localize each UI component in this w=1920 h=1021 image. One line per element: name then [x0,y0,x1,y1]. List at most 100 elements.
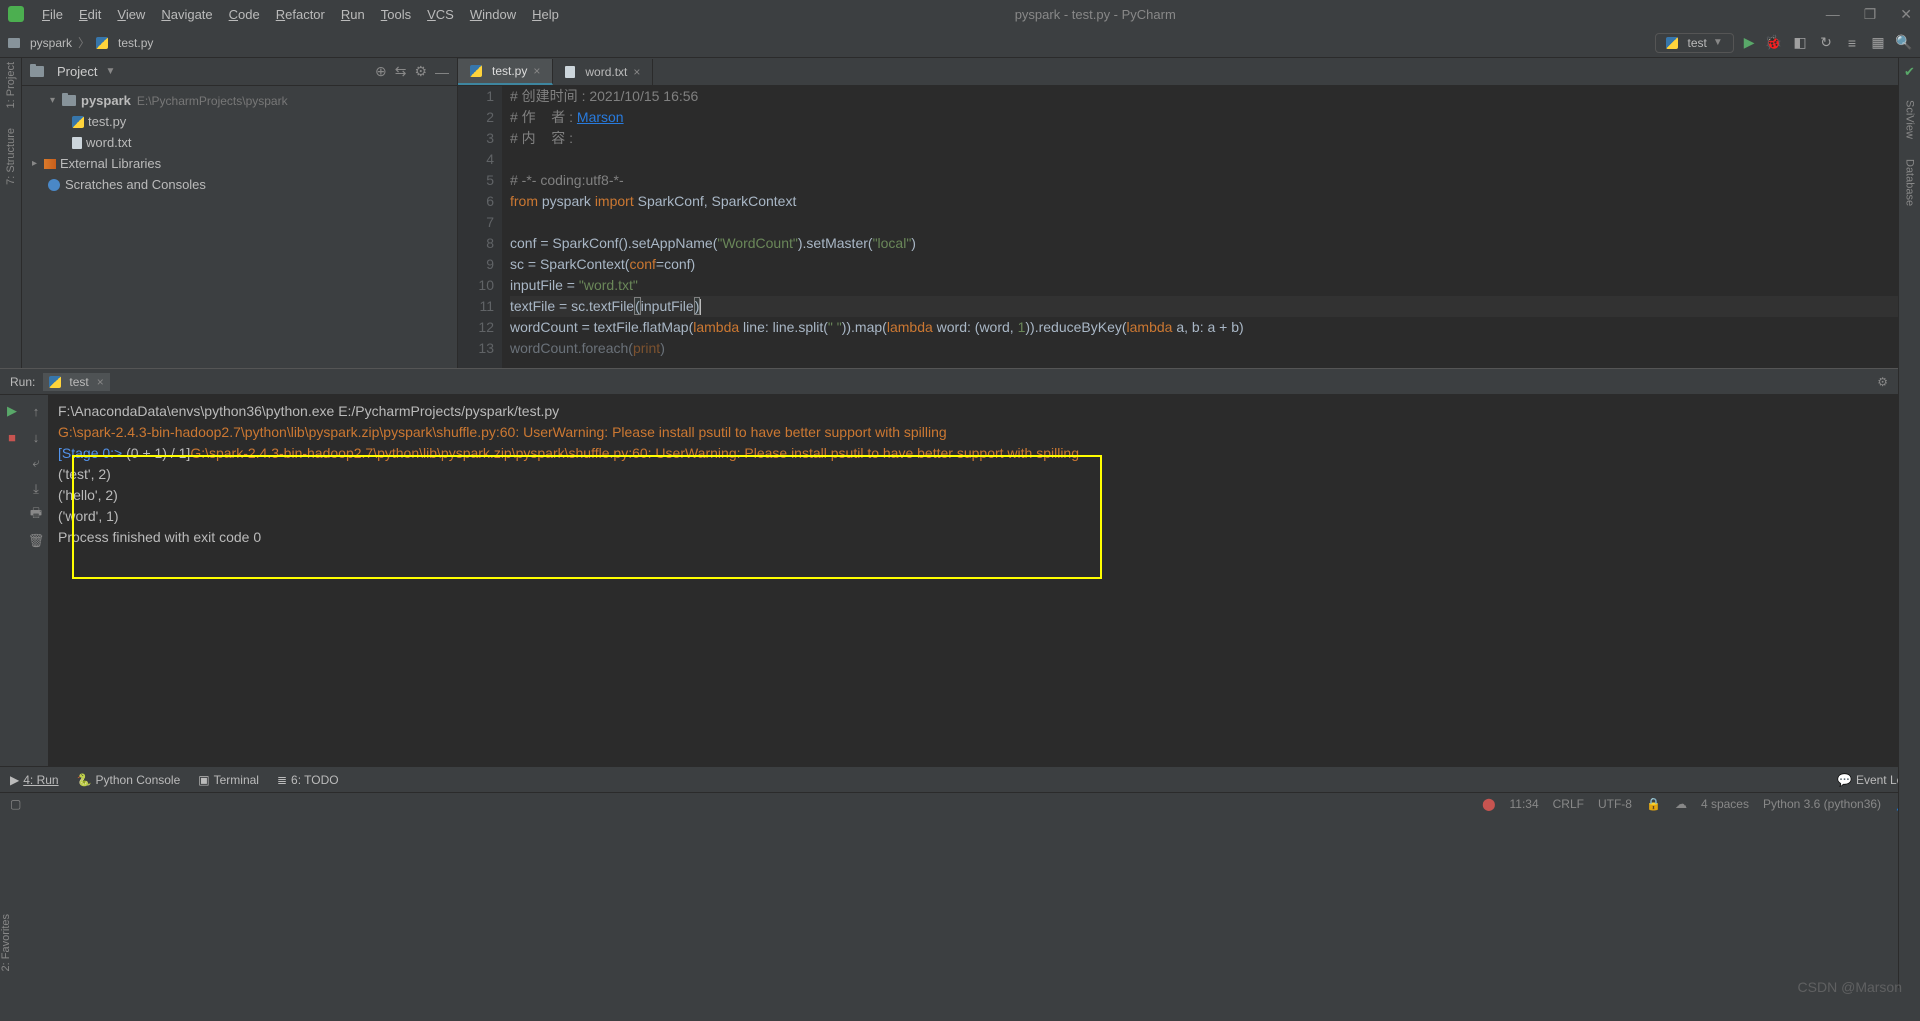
python-icon [96,37,108,49]
search-everywhere-button[interactable]: 🔍 [1896,35,1912,51]
watermark: CSDN @Marson [1798,979,1902,995]
breadcrumb-root[interactable]: pyspark [30,36,72,50]
console-output[interactable]: F:\AnacondaData\envs\python36\python.exe… [48,395,1920,766]
readonly-icon[interactable]: 🔒 [1646,797,1661,811]
tree-external-libs[interactable]: ▸ External Libraries [22,153,457,174]
close-icon[interactable]: × [533,64,540,78]
editor-tab-test-py[interactable]: test.py × [458,59,553,85]
menu-code[interactable]: Code [223,5,266,24]
python-sdk[interactable]: Python 3.6 (python36) [1763,797,1881,811]
tab-todo[interactable]: ≣ 6: TODO [277,773,339,787]
tree-file-testpy[interactable]: test.py [22,111,457,132]
text-icon [72,137,82,149]
memory-icon[interactable]: ☁ [1675,797,1687,811]
encoding[interactable]: UTF-8 [1598,797,1632,811]
profile-button[interactable]: ↻ [1818,35,1834,51]
caret-position[interactable]: 11:34 [1510,797,1539,811]
run-button[interactable]: ▶ [1744,34,1755,51]
collapse-button[interactable]: ⇆ [395,63,407,80]
tab-python-console[interactable]: 🐍 Python Console [77,773,181,787]
rerun-button[interactable]: ▶ [2,401,22,421]
run-config-dropdown[interactable]: test ▼ [1655,33,1734,53]
print-button[interactable]: 🖶 [26,505,46,525]
status-icon[interactable]: ▢ [10,797,21,811]
tab-terminal[interactable]: ▣ Terminal [198,773,259,787]
expand-icon[interactable]: ▸ [32,158,44,169]
maximize-button[interactable]: ❐ [1864,6,1877,23]
down-button[interactable]: ↓ [26,427,46,447]
coverage-button[interactable]: ◧ [1792,35,1808,51]
run-tab-name: test [69,375,88,389]
tab-label: test.py [492,64,527,78]
chevron-down-icon[interactable]: ▼ [105,66,115,77]
text-icon [565,66,575,78]
line-separator[interactable]: CRLF [1553,797,1584,811]
up-button[interactable]: ↑ [26,401,46,421]
tab-label: word.txt [585,65,627,79]
debug-button[interactable]: 🐞 [1765,34,1782,51]
tree-root-path: E:\PycharmProjects\pyspark [137,94,288,108]
titlebar: FileEditViewNavigateCodeRefactorRunTools… [0,0,1920,28]
tab-run[interactable]: ▶ 4: Run [10,773,59,787]
menu-refactor[interactable]: Refactor [270,5,331,24]
rail-sciview[interactable]: SciView [1904,100,1916,139]
tree-file-wordtxt[interactable]: word.txt [22,132,457,153]
project-panel-title: Project [57,64,97,79]
attach-button[interactable]: ▦ [1870,35,1886,51]
library-icon [44,159,56,169]
tree-scratches[interactable]: Scratches and Consoles [22,174,457,195]
chevron-down-icon: ▼ [1713,37,1723,48]
error-icon[interactable]: ⬤ [1482,797,1495,811]
run-tab[interactable]: test × [43,373,109,391]
editor-tab-word-txt[interactable]: word.txt × [553,59,653,85]
soft-wrap-button[interactable]: ⤶ [26,453,46,473]
breadcrumb: pyspark 〉 test.py [8,34,153,51]
rail-favorites[interactable]: 2: Favorites [0,914,12,971]
toolbar: pyspark 〉 test.py test ▼ ▶ 🐞 ◧ ↻ ≡ ▦ 🔍 [0,28,1920,58]
rail-project[interactable]: 1: Project [5,62,17,108]
minimize-button[interactable]: — [1826,6,1840,23]
menu-view[interactable]: View [111,5,151,24]
breadcrumb-file[interactable]: test.py [118,36,153,50]
indent[interactable]: 4 spaces [1701,797,1749,811]
locate-button[interactable]: ⊕ [375,63,387,80]
concurrency-button[interactable]: ≡ [1844,35,1860,51]
code-area[interactable]: # 创建时间 : 2021/10/15 16:56# 作 者 : Marson#… [502,86,1920,368]
breadcrumb-separator: 〉 [78,34,90,51]
menu-edit[interactable]: Edit [73,5,107,24]
expand-icon[interactable]: ▾ [50,95,62,106]
project-icon [30,66,44,77]
run-config-name: test [1688,36,1707,50]
scratches-label: Scratches and Consoles [65,177,206,192]
run-toolbar-left: ▶ ■ [0,395,24,766]
check-icon[interactable]: ✔ [1904,64,1915,80]
rail-database[interactable]: Database [1904,159,1916,206]
rail-structure[interactable]: 7: Structure [5,128,17,185]
gutter: 12345678910111213 [458,86,502,368]
editor-tabs: test.py × word.txt × [458,58,1920,86]
run-toolbar-right: ↑ ↓ ⤶ ⤓ 🖶 🗑 [24,395,48,766]
menu-navigate[interactable]: Navigate [155,5,218,24]
python-icon [1666,37,1678,49]
tree-root[interactable]: ▾ pyspark E:\PycharmProjects\pyspark [22,90,457,111]
left-side-rail: 1: Project 7: Structure [0,58,22,368]
scroll-end-button[interactable]: ⤓ [26,479,46,499]
tree-root-name: pyspark [81,93,131,108]
clear-button[interactable]: 🗑 [26,531,46,551]
run-label: Run: [10,375,35,389]
folder-icon [62,95,76,106]
close-icon[interactable]: × [97,375,104,389]
file-label: word.txt [86,135,132,150]
folder-icon [8,38,20,48]
editor: test.py × word.txt × 12345678910111213 # 创建… [458,58,1920,368]
settings-icon[interactable]: ⚙ [1877,375,1888,389]
settings-icon[interactable]: ⚙ [414,63,427,80]
hide-button[interactable]: — [435,64,449,80]
project-tree: ▾ pyspark E:\PycharmProjects\pyspark tes… [22,86,457,199]
project-panel: Project ▼ ⊕ ⇆ ⚙ — ▾ pyspark E:\PycharmPr… [22,58,458,368]
close-button[interactable]: ✕ [1900,6,1912,23]
stop-button[interactable]: ■ [2,427,22,447]
menu-file[interactable]: File [36,5,69,24]
close-icon[interactable]: × [633,65,640,79]
scratches-icon [48,179,60,191]
